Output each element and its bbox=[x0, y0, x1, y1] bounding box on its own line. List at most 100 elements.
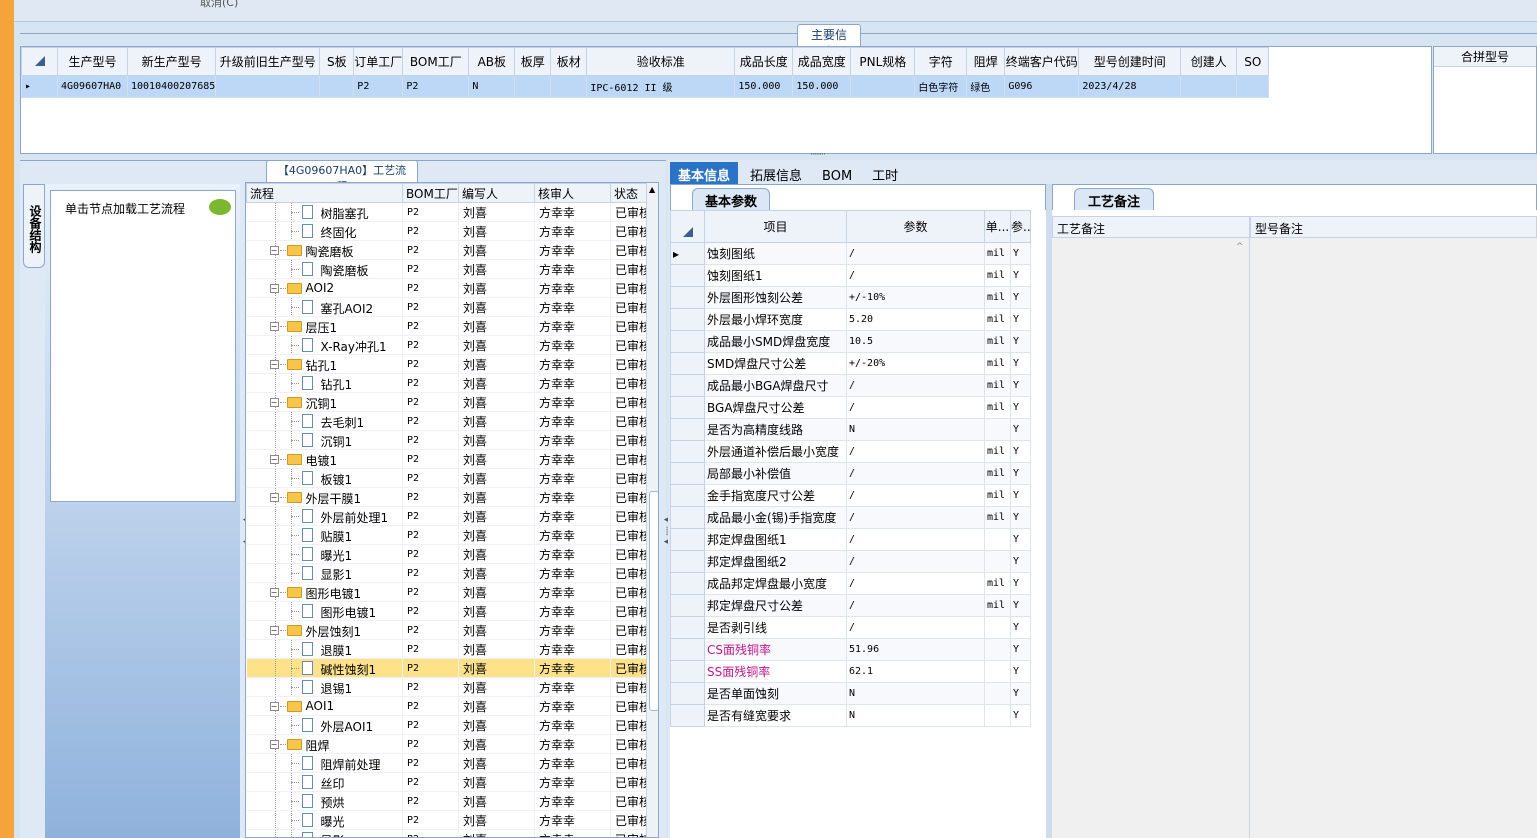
param-value-cell[interactable]: / bbox=[846, 528, 985, 551]
collapse-icon[interactable]: − bbox=[269, 322, 279, 331]
table-row[interactable]: − 钻孔1 P2刘喜方幸幸已审核 bbox=[246, 354, 647, 374]
main-cell[interactable] bbox=[550, 75, 588, 98]
tree-col-header[interactable]: BOM工厂 bbox=[402, 183, 459, 203]
table-row[interactable]: 预烘 P2刘喜方幸幸已审核 bbox=[246, 791, 647, 811]
table-row[interactable]: − AOI1 P2刘喜方幸幸已审核 bbox=[246, 696, 647, 716]
table-row[interactable]: 邦定焊盘图纸2/ Y bbox=[670, 550, 1031, 573]
main-col-header[interactable]: S板 bbox=[319, 47, 355, 76]
param-value-cell[interactable]: / bbox=[846, 616, 985, 639]
main-col-header[interactable]: 终端客户代码 bbox=[1004, 47, 1080, 76]
param-name-cell[interactable]: 邦定焊盘尺寸公差 bbox=[704, 594, 847, 617]
table-row[interactable]: ▸ 4G09607HA0 10010400207685 P2 P2 N IPC-6012 I… bbox=[21, 75, 1270, 98]
table-row[interactable]: − AOI2 P2刘喜方幸幸已审核 bbox=[246, 278, 647, 298]
main-col-header[interactable]: 成品长度 bbox=[734, 47, 794, 76]
param-name-cell[interactable]: BGA焊盘尺寸公差 bbox=[704, 396, 847, 419]
param-name-cell[interactable]: 是否单面蚀刻 bbox=[704, 682, 847, 705]
table-row[interactable]: − 电镀1 P2刘喜方幸幸已审核 bbox=[246, 449, 647, 469]
param-value-cell[interactable]: +/-20% bbox=[846, 352, 985, 375]
table-row[interactable]: 图形电镀1 P2刘喜方幸幸已审核 bbox=[246, 601, 647, 621]
main-cell[interactable]: 白色字符 bbox=[914, 75, 968, 98]
main-col-header[interactable]: 型号创建时间 bbox=[1078, 47, 1182, 76]
param-name-cell[interactable]: 是否为高精度线路 bbox=[704, 418, 847, 441]
param-value-cell[interactable]: 10.5 bbox=[846, 330, 985, 353]
tree-node[interactable]: 板镀1 bbox=[246, 468, 403, 488]
table-row[interactable]: 外层AOI1 P2刘喜方幸幸已审核 bbox=[246, 715, 647, 735]
table-row[interactable]: 外层最小焊环宽度 5.20 mil Y bbox=[670, 308, 1031, 331]
tree-node[interactable]: 外层AOI1 bbox=[246, 715, 403, 735]
collapse-icon[interactable]: − bbox=[269, 702, 279, 711]
tree-col-header[interactable]: 状态 bbox=[610, 183, 647, 203]
collapse-icon[interactable]: − bbox=[269, 284, 279, 293]
scroll-thumb[interactable] bbox=[649, 491, 658, 711]
params-grid[interactable]: 项目参数单...参...▸蚀刻图纸/milY蚀刻图纸1/milY外层图形蚀刻公差… bbox=[670, 210, 1046, 838]
table-row[interactable]: − 外层蚀刻1 P2刘喜方幸幸已审核 bbox=[246, 620, 647, 640]
main-cell[interactable] bbox=[514, 75, 552, 98]
collapse-icon[interactable]: − bbox=[269, 360, 279, 369]
param-value-cell[interactable]: 62.1 bbox=[846, 660, 985, 683]
param-value-cell[interactable]: / bbox=[846, 440, 985, 463]
main-cell[interactable]: N bbox=[468, 75, 516, 98]
tree-node[interactable]: − 沉铜1 bbox=[246, 392, 403, 412]
param-value-cell[interactable]: / bbox=[846, 264, 985, 287]
main-cell[interactable] bbox=[215, 75, 321, 98]
main-col-header[interactable]: PNL规格 bbox=[850, 47, 916, 76]
table-row[interactable]: BGA焊盘尺寸公差 / mil Y bbox=[670, 396, 1031, 419]
main-col-header[interactable]: 板厚 bbox=[514, 47, 552, 76]
param-name-cell[interactable]: 外层最小焊环宽度 bbox=[704, 308, 847, 331]
param-value-cell[interactable]: / bbox=[846, 594, 985, 617]
table-row[interactable]: 丝印 P2刘喜方幸幸已审核 bbox=[246, 772, 647, 792]
main-col-header[interactable]: BOM工厂 bbox=[402, 47, 470, 76]
param-name-cell[interactable]: 金手指宽度尺寸公差 bbox=[704, 484, 847, 507]
main-cell[interactable]: P2 bbox=[402, 75, 470, 98]
param-value-cell[interactable]: / bbox=[846, 572, 985, 595]
table-row[interactable]: − 外层干膜1 P2刘喜方幸幸已审核 bbox=[246, 487, 647, 507]
param-name-cell[interactable]: SMD焊盘尺寸公差 bbox=[704, 352, 847, 375]
tree-node[interactable]: 丝印 bbox=[246, 772, 403, 792]
tree-node[interactable]: 退膜1 bbox=[246, 639, 403, 659]
table-row[interactable]: 钻孔1 P2刘喜方幸幸已审核 bbox=[246, 373, 647, 393]
table-row[interactable]: 沉铜1 P2刘喜方幸幸已审核 bbox=[246, 430, 647, 450]
tree-node[interactable]: 图形电镀1 bbox=[246, 601, 403, 621]
tree-node[interactable]: − 钻孔1 bbox=[246, 354, 403, 374]
table-row[interactable]: ▸ 蚀刻图纸 / mil Y bbox=[670, 242, 1031, 265]
table-row[interactable]: 曝光 P2刘喜方幸幸已审核 bbox=[246, 810, 647, 830]
main-col-header[interactable]: 字符 bbox=[914, 47, 968, 76]
table-row[interactable]: 贴膜1 P2刘喜方幸幸已审核 bbox=[246, 525, 647, 545]
params-col-header[interactable]: 单... bbox=[984, 210, 1011, 243]
table-row[interactable]: 退锡1 P2刘喜方幸幸已审核 bbox=[246, 677, 647, 697]
table-row[interactable]: X-Ray冲孔1 P2刘喜方幸幸已审核 bbox=[246, 335, 647, 355]
param-name-cell[interactable]: 局部最小补偿值 bbox=[704, 462, 847, 485]
main-col-header[interactable]: AB板 bbox=[468, 47, 516, 76]
main-cell[interactable] bbox=[850, 75, 916, 98]
param-value-cell[interactable]: / bbox=[846, 484, 985, 507]
tree-node[interactable]: − 层压1 bbox=[246, 316, 403, 336]
table-row[interactable]: 树脂塞孔 P2刘喜方幸幸已审核 bbox=[246, 202, 647, 222]
param-name-cell[interactable]: 成品邦定焊盘最小宽度 bbox=[704, 572, 847, 595]
main-cell[interactable]: 绿色 bbox=[966, 75, 1006, 98]
main-cell[interactable]: 150.000 bbox=[734, 75, 794, 98]
main-cell[interactable]: G096 bbox=[1004, 75, 1080, 98]
table-row[interactable]: − 层压1 P2刘喜方幸幸已审核 bbox=[246, 316, 647, 336]
param-value-cell[interactable]: / bbox=[846, 242, 985, 265]
table-row[interactable]: 终固化 P2刘喜方幸幸已审核 bbox=[246, 221, 647, 241]
table-row[interactable]: 显影1 P2刘喜方幸幸已审核 bbox=[246, 563, 647, 583]
tree-node[interactable]: − 图形电镀1 bbox=[246, 582, 403, 602]
table-row[interactable]: 局部最小补偿值 / mil Y bbox=[670, 462, 1031, 485]
main-info-grid[interactable]: 生产型号 新生产型号 升级前旧生产型号 S板 订单工厂 BOM工厂 AB板 板厚 板材 验收标准成… bbox=[20, 46, 1432, 154]
tree-col-header[interactable]: 核审人 bbox=[534, 183, 611, 203]
note-scroll-up-icon[interactable]: ^ bbox=[1236, 242, 1244, 252]
table-row[interactable]: − 沉铜1 P2刘喜方幸幸已审核 bbox=[246, 392, 647, 412]
tree-node[interactable]: 陶瓷磨板 bbox=[246, 259, 403, 279]
notes-grid[interactable]: 工艺备注 型号备注 ^ bbox=[1052, 210, 1537, 838]
param-name-cell[interactable]: 是否剥引线 bbox=[704, 616, 847, 639]
param-name-cell[interactable]: 外层图形蚀刻公差 bbox=[704, 286, 847, 309]
table-row[interactable]: 外层图形蚀刻公差 +/-10% mil Y bbox=[670, 286, 1031, 309]
main-cell[interactable]: 10010400207685 bbox=[126, 75, 217, 98]
param-value-cell[interactable]: +/-10% bbox=[846, 286, 985, 309]
param-name-cell[interactable]: 邦定焊盘图纸2 bbox=[704, 550, 847, 573]
tree-node[interactable]: − 电镀1 bbox=[246, 449, 403, 469]
param-value-cell[interactable]: N bbox=[846, 418, 985, 441]
table-row[interactable]: 成品邦定焊盘最小宽度 / mil Y bbox=[670, 572, 1031, 595]
tree-node[interactable]: 曝光1 bbox=[246, 544, 403, 564]
table-row[interactable]: SMD焊盘尺寸公差 +/-20% mil Y bbox=[670, 352, 1031, 375]
